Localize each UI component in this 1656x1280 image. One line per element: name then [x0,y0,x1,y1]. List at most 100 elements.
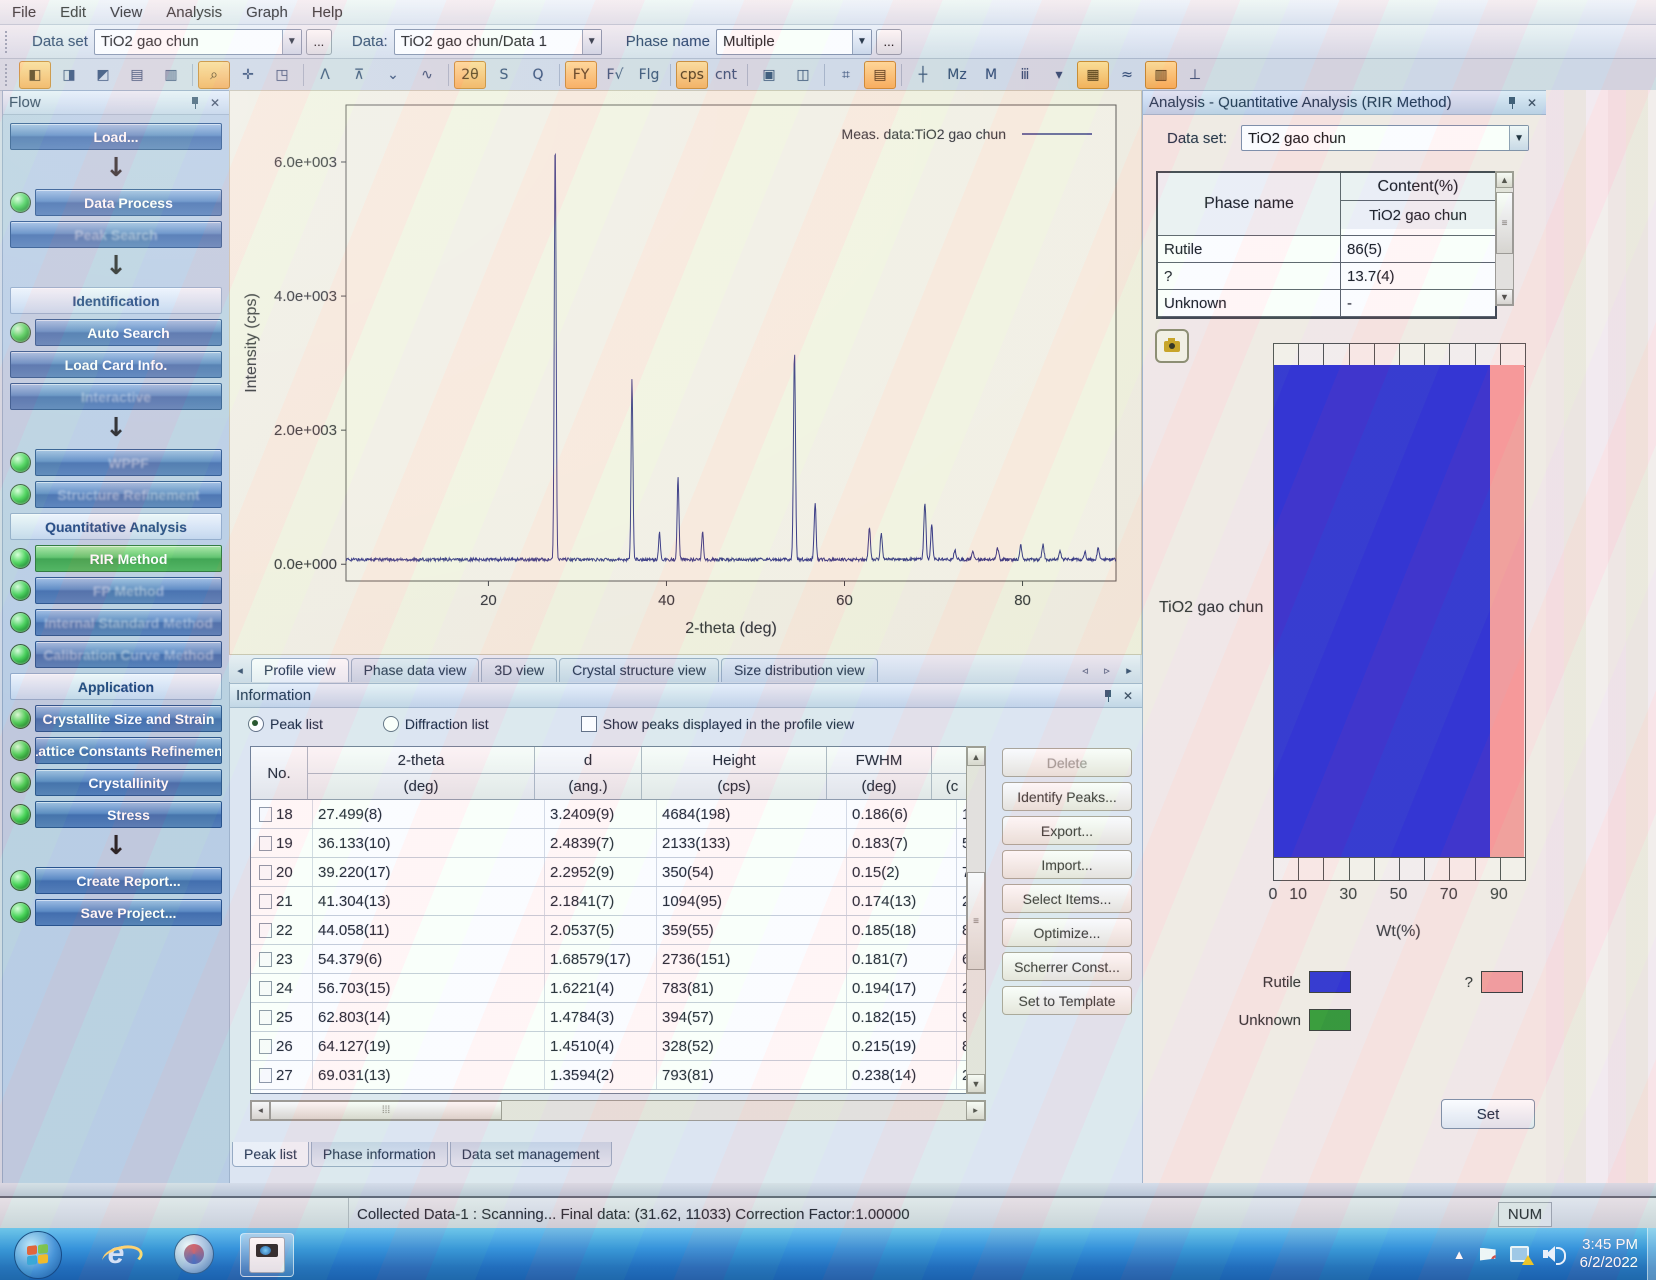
information-icon[interactable]: ▤ [864,61,896,89]
export-button[interactable]: Export... [1002,816,1132,845]
row-checkbox[interactable] [259,836,272,851]
clock[interactable]: 3:45 PM 6/2/2022 [1580,1236,1638,1272]
overlay-view-icon[interactable]: ▦ [1077,61,1109,89]
menu-item-view[interactable]: View [98,2,154,23]
row-checkbox[interactable] [259,865,272,880]
table-row[interactable]: 2039.220(17)2.2952(9)350(54)0.15(2)74(4 [251,858,967,887]
flow-button-stress[interactable]: Stress [35,801,222,828]
tab-peak-list[interactable]: Peak list [232,1142,309,1167]
flow-button-calibration-curve-method[interactable]: Calibration Curve Method [35,641,222,668]
flow-button-fp-method[interactable]: FP Method [35,577,222,604]
unit-counts-icon[interactable]: cnt [710,61,742,89]
zoom-icon[interactable]: ⌕ [198,61,230,89]
table-row[interactable]: 2354.379(6)1.68579(17)2736(151)0.181(7)6… [251,945,967,974]
peak-add-icon[interactable]: ⊼ [343,61,375,89]
layout-columns-icon[interactable]: ▥ [155,61,187,89]
axis-q-icon[interactable]: Q [522,61,554,89]
phase-browse-button[interactable]: ... [876,29,902,55]
show-desktop-button[interactable] [1647,1228,1656,1280]
scherrer-const-button[interactable]: Scherrer Const... [1002,952,1132,981]
flow-button-create-report[interactable]: Create Report... [35,867,222,894]
tab-size-distribution-view[interactable]: Size distribution view [721,658,878,682]
row-checkbox[interactable] [259,894,272,909]
table-row[interactable]: 2664.127(19)1.4510(4)328(52)0.215(19)89(… [251,1032,967,1061]
peak-label-icon[interactable]: Mz [941,61,973,89]
column-header-no-[interactable]: No. [251,747,308,799]
flow-button-lattice-constants-refinement[interactable]: Lattice Constants Refinement [35,737,222,764]
pin-icon[interactable] [187,96,203,110]
xrd-app-icon[interactable] [168,1233,220,1275]
tab-phase-information[interactable]: Phase information [311,1142,448,1167]
peak-list-radio[interactable] [248,716,264,732]
layout-split-icon[interactable]: ◨ [53,61,85,89]
scroll-left-icon[interactable]: ◂ [251,1101,270,1120]
tab-prev-icon[interactable]: ◃ [1076,661,1094,679]
tick-marks-icon[interactable]: ⊥ [1179,61,1211,89]
tab-last-icon[interactable]: ▸ [1120,661,1138,679]
table-row[interactable]: 2456.703(15)1.6221(4)783(81)0.194(17)213… [251,974,967,1003]
row-checkbox[interactable] [259,923,272,938]
peak-table-vscrollbar[interactable]: ▲ ≡ ▼ [966,746,986,1094]
network-icon[interactable] [1510,1246,1529,1262]
menu-item-help[interactable]: Help [300,2,355,23]
menu-item-analysis[interactable]: Analysis [154,2,234,23]
chevron-down-icon[interactable]: ▼ [852,30,871,54]
start-button[interactable] [14,1231,62,1279]
menu-item-graph[interactable]: Graph [234,2,300,23]
dropdown-icon[interactable]: ▾ [1043,61,1075,89]
layout-rows-icon[interactable]: ▤ [121,61,153,89]
load-data-icon[interactable]: ▣ [753,61,785,89]
table-row[interactable]: 1827.499(8)3.2409(9)4684(198)0.186(6)121… [251,800,967,829]
table-row[interactable]: 2769.031(13)1.3594(2)793(81)0.238(14)241… [251,1061,967,1090]
residual-view-icon[interactable]: ≈ [1111,61,1143,89]
scroll-up-icon[interactable]: ▲ [967,747,985,766]
phase-row[interactable]: ?13.7(4) [1158,263,1495,290]
flow-button-peak-search[interactable]: Peak Search [10,221,222,248]
identify-peaks-button[interactable]: Identify Peaks... [1002,782,1132,811]
tab-scroll-first-icon[interactable]: ◂ [231,661,249,679]
menu-item-file[interactable]: File [0,2,48,23]
flow-button-rir-method[interactable]: RIR Method [35,545,222,572]
column-header-height[interactable]: Height(cps) [642,747,827,799]
scroll-up-icon[interactable]: ▲ [1496,172,1513,188]
chevron-down-icon[interactable]: ▼ [582,30,601,54]
tab-crystal-structure-view[interactable]: Crystal structure view [559,658,719,682]
flow-button-crystallite-size-and-strain[interactable]: Crystallite Size and Strain [35,705,222,732]
layout-overlay-icon[interactable]: ◩ [87,61,119,89]
tab-profile-view[interactable]: Profile view [251,658,349,682]
copy-chart-button[interactable] [1155,329,1189,363]
y-log-icon[interactable]: Flg [633,61,665,89]
tab-next-icon[interactable]: ▹ [1098,661,1116,679]
data-combo[interactable]: TiO2 gao chun/Data 1 ▼ [394,29,602,55]
peak-search-icon[interactable]: Λ [309,61,341,89]
pin-icon[interactable] [1504,96,1520,110]
row-checkbox[interactable] [259,1068,272,1083]
tab-phase-data-view[interactable]: Phase data view [351,658,480,682]
chevron-down-icon[interactable]: ▼ [1509,126,1528,150]
optimize-button[interactable]: Optimize... [1002,918,1132,947]
close-icon[interactable]: ✕ [207,96,223,110]
chevron-down-icon[interactable]: ▼ [282,30,301,54]
stacked-view-icon[interactable]: ▥ [1145,61,1177,89]
tab-3d-view[interactable]: 3D view [481,658,557,682]
column-header--c[interactable]: (c [932,747,968,799]
active-app-taskbar-button[interactable] [240,1233,294,1277]
flow-button-interactive[interactable]: Interactive [10,383,222,410]
set-button[interactable]: Set [1441,1099,1535,1129]
flow-button-auto-search[interactable]: Auto Search [35,319,222,346]
row-checkbox[interactable] [259,1039,272,1054]
scrollbar-thumb[interactable]: ≡ [967,872,985,970]
flow-button-load-card-info[interactable]: Load Card Info. [10,351,222,378]
table-row[interactable]: 2244.058(11)2.0537(5)359(55)0.185(18)89(… [251,916,967,945]
xrd-profile-chart[interactable]: 0.0e+0002.0e+0034.0e+0036.0e+00320406080… [230,91,1139,652]
row-checkbox[interactable] [259,807,272,822]
grid-icon[interactable]: ⌗ [830,61,862,89]
flow-button-crystallinity[interactable]: Crystallinity [35,769,222,796]
column-header-d[interactable]: d(ang.) [535,747,642,799]
zoom-fit-icon[interactable]: ◳ [266,61,298,89]
table-row[interactable]: 2562.803(14)1.4784(3)394(57)0.182(15)91(… [251,1003,967,1032]
analysis-dataset-combo[interactable]: TiO2 gao chun ▼ [1241,125,1529,151]
peak-delete-icon[interactable]: ⌄ [377,61,409,89]
close-icon[interactable]: ✕ [1120,689,1136,703]
tray-expand-icon[interactable]: ▲ [1453,1247,1466,1262]
